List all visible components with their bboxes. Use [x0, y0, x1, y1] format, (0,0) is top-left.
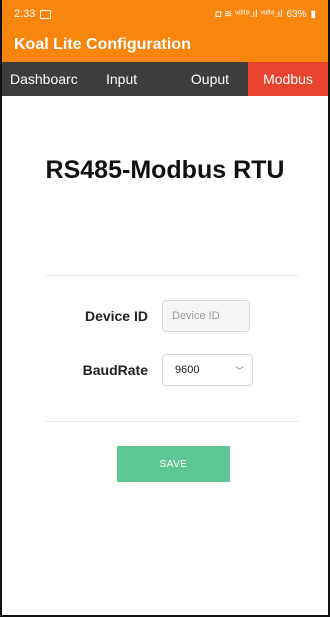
app-title: Koal Lite Configuration [14, 36, 191, 53]
baud-rate-row: BaudRate 9600 ﹀ [2, 354, 328, 386]
battery-icon: ▮ [310, 8, 316, 20]
page-title: RS485-Modbus RTU [45, 156, 285, 184]
device-id-row: Device ID [2, 300, 328, 332]
tab-dashboard[interactable]: Dashboarc [2, 62, 92, 96]
tab-bar: Dashboarc Input Ouput Modbus [2, 62, 328, 96]
baud-rate-select[interactable]: 9600 ﹀ [162, 354, 253, 386]
tab-output[interactable]: Ouput [172, 62, 248, 96]
baud-rate-value: 9600 [175, 364, 200, 376]
tab-modbus[interactable]: Modbus [248, 62, 328, 96]
divider [46, 421, 298, 422]
battery-level: 63% [286, 8, 307, 20]
status-bar: 2:33 ◘ ≋ ᵛᵒˡᵗᵉ.ıl ᵛᵒˡᵗᵉ.ıl 63% ▮ [2, 0, 328, 28]
divider [46, 275, 298, 276]
chevron-down-icon: ﹀ [234, 365, 244, 376]
status-time: 2:33 [14, 8, 36, 20]
modbus-panel: RS485-Modbus RTU Device ID BaudRate 9600… [2, 156, 328, 482]
app-frame: 2:33 ◘ ≋ ᵛᵒˡᵗᵉ.ıl ᵛᵒˡᵗᵉ.ıl 63% ▮ Koal Li… [0, 0, 330, 617]
gallery-icon [40, 9, 52, 19]
device-id-label: Device ID [84, 308, 148, 324]
tab-input[interactable]: Input [92, 62, 172, 96]
app-bar: Koal Lite Configuration [2, 28, 328, 62]
signal-icons: ◘ ≋ ᵛᵒˡᵗᵉ.ıl ᵛᵒˡᵗᵉ.ıl [215, 8, 283, 20]
device-id-input[interactable] [162, 300, 250, 332]
save-button[interactable]: SAVE [117, 446, 230, 482]
baud-rate-label: BaudRate [82, 362, 148, 378]
